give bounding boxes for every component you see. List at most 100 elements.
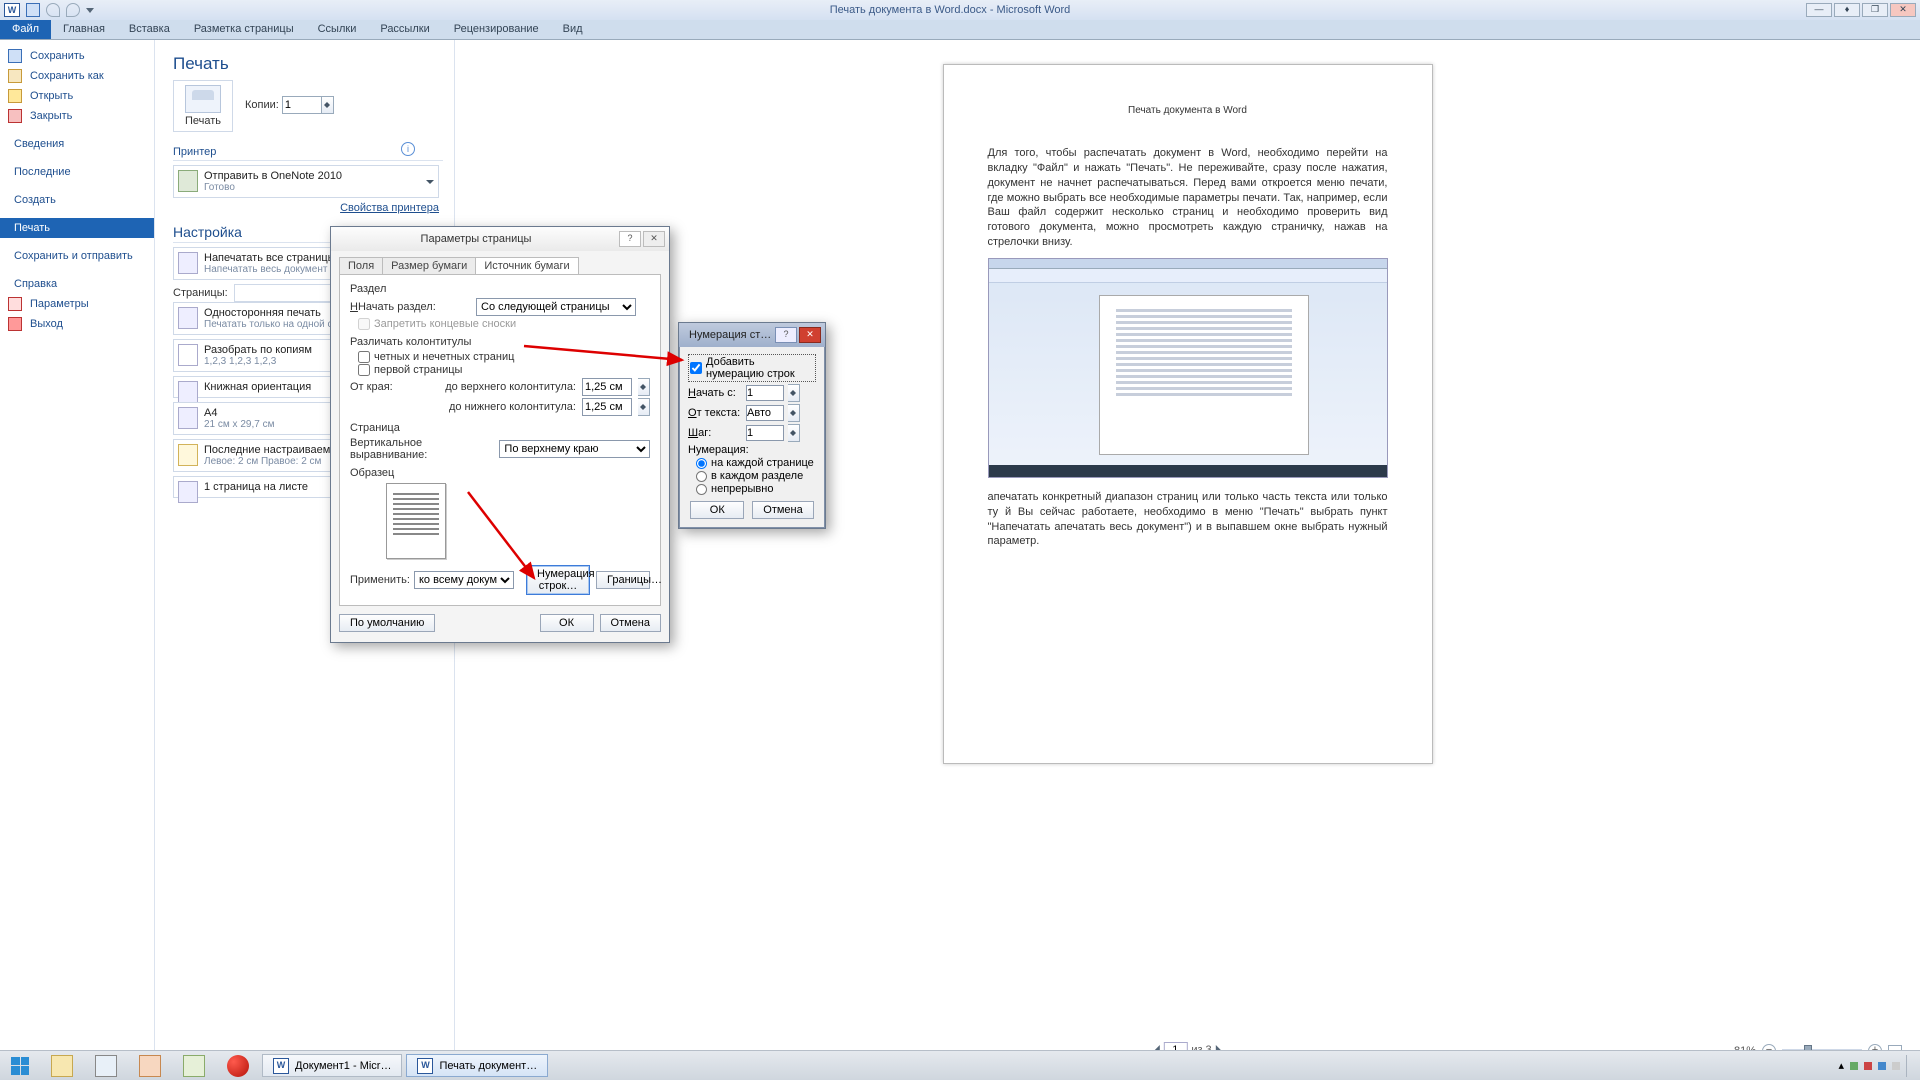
nav-close[interactable]: Закрыть [0,106,154,126]
save-icon[interactable] [26,3,40,17]
line-numbering-dialog: Нумерация ст… ? ✕ Добавить нумерацию стр… [678,322,826,529]
help-button[interactable]: ? [619,231,641,247]
nav-info[interactable]: Сведения [0,134,154,154]
radio-continuous[interactable] [696,484,707,495]
step-input[interactable] [746,425,784,441]
printer-properties-link[interactable]: Свойства принтера [173,202,439,214]
dialog-title: Нумерация ст… [683,329,773,341]
persheet-icon [178,481,198,503]
nav-share[interactable]: Сохранить и отправить [0,246,154,266]
cancel-button[interactable]: Отмена [600,614,661,632]
system-tray[interactable]: ▴ [1838,1051,1920,1080]
backstage-nav: Сохранить Сохранить как Открыть Закрыть … [0,40,155,1062]
spinner[interactable] [638,398,650,416]
header-distance-input[interactable] [582,378,632,396]
restore-button[interactable]: ❐ [1862,3,1888,17]
nav-help[interactable]: Справка [0,274,154,294]
pages-label: Страницы: [173,287,228,299]
help-button[interactable]: ? [775,327,797,343]
undo-icon[interactable] [46,3,60,17]
redo-icon[interactable] [66,3,80,17]
notepad-icon[interactable] [172,1051,216,1080]
taskbar-word-doc2[interactable]: WПечать документ… [406,1054,548,1077]
ok-button[interactable]: ОК [540,614,594,632]
explorer-icon[interactable] [40,1051,84,1080]
nav-new[interactable]: Создать [0,190,154,210]
group-page: Страница [350,422,650,434]
radio-each-page[interactable] [696,458,707,469]
taskbar-word-doc1[interactable]: WДокумент1 - Micr… [262,1054,402,1077]
section-start-label: ННачать раздел: [350,301,470,313]
nav-exit[interactable]: Выход [0,314,154,334]
apply-to-select[interactable]: ко всему документу [414,571,514,589]
tray-icon[interactable] [1850,1062,1858,1070]
open-icon [8,89,22,103]
from-edge-label: От края: [350,381,406,393]
spinner[interactable] [788,404,800,422]
window-title: Печать документа в Word.docx - Microsoft… [94,4,1806,16]
tab-view[interactable]: Вид [551,20,595,39]
radio-each-section[interactable] [696,471,707,482]
printer-dropdown[interactable]: Отправить в OneNote 2010 Готово [173,165,439,198]
tab-references[interactable]: Ссылки [306,20,369,39]
tray-icon[interactable] [1878,1062,1886,1070]
copies-input[interactable] [282,96,322,114]
nav-print[interactable]: Печать [0,218,154,238]
print-button[interactable]: Печать [173,80,233,132]
ok-button[interactable]: ОК [690,501,744,519]
dialog-title: Параметры страницы [335,233,617,245]
line-numbers-button[interactable]: Нумерация строк… [526,565,590,595]
sample-preview [386,483,446,559]
nav-open[interactable]: Открыть [0,86,154,106]
valign-select[interactable]: По верхнему краю [499,440,650,458]
spinner[interactable] [638,378,650,396]
start-button[interactable] [0,1051,40,1080]
word-icon: W [4,3,20,17]
pages-icon [178,252,198,274]
tab-paper-source[interactable]: Источник бумаги [475,257,578,274]
dialog-close-button[interactable]: ✕ [799,327,821,343]
borders-button[interactable]: Границы… [596,571,650,589]
nav-saveas[interactable]: Сохранить как [0,66,154,86]
app-titlebar: W Печать документа в Word.docx - Microso… [0,0,1920,20]
dialog-close-button[interactable]: ✕ [643,231,665,247]
minimize-button[interactable]: — [1806,3,1832,17]
tab-mailings[interactable]: Рассылки [368,20,441,39]
papersize-icon [178,407,198,429]
qat-dropdown-icon[interactable] [86,8,94,13]
show-desktop-button[interactable] [1906,1055,1912,1077]
footer-distance-input[interactable] [582,398,632,416]
paint-icon[interactable] [128,1051,172,1080]
calculator-icon[interactable] [84,1051,128,1080]
copies-spinner[interactable] [322,96,334,114]
tab-layout[interactable]: Разметка страницы [182,20,306,39]
nav-save[interactable]: Сохранить [0,46,154,66]
spinner[interactable] [788,424,800,442]
opera-icon[interactable] [216,1051,260,1080]
info-icon[interactable]: i [401,142,415,156]
oddeven-check[interactable] [358,351,370,363]
tray-icon[interactable] [1892,1062,1900,1070]
nav-recent[interactable]: Последние [0,162,154,182]
cancel-button[interactable]: Отмена [752,501,813,519]
tab-file[interactable]: Файл [0,20,51,39]
add-numbering-check[interactable] [690,362,702,374]
tab-home[interactable]: Главная [51,20,117,39]
tab-review[interactable]: Рецензирование [442,20,551,39]
from-text-label: От текста: [688,407,742,419]
tray-chevron-icon[interactable]: ▴ [1838,1059,1844,1072]
default-button[interactable]: По умолчанию [339,614,435,632]
from-text-input[interactable] [746,405,784,421]
maximize-button[interactable]: ♦ [1834,3,1860,17]
start-at-input[interactable] [746,385,784,401]
section-start-select[interactable]: Со следующей страницы [476,298,636,316]
group-headers: Различать колонтитулы [350,336,650,348]
spinner[interactable] [788,384,800,402]
close-button[interactable]: ✕ [1890,3,1916,17]
tab-insert[interactable]: Вставка [117,20,182,39]
firstpage-check[interactable] [358,364,370,376]
tray-icon[interactable] [1864,1062,1872,1070]
nav-options[interactable]: Параметры [0,294,154,314]
tab-paper[interactable]: Размер бумаги [382,257,476,274]
tab-margins[interactable]: Поля [339,257,383,274]
